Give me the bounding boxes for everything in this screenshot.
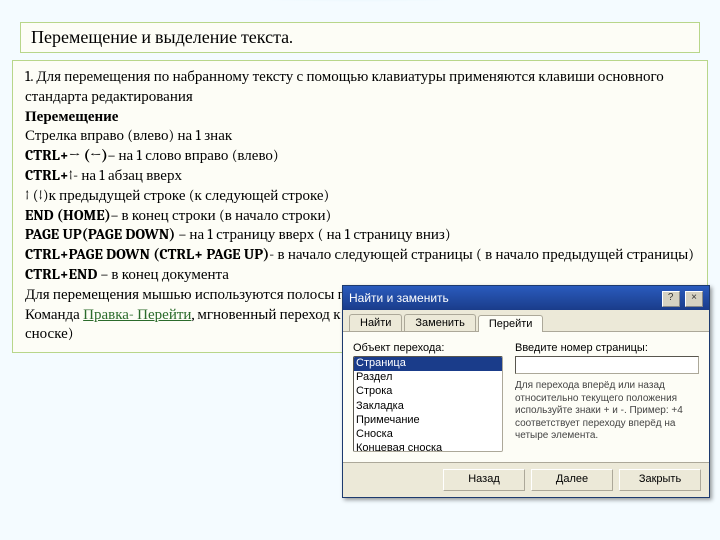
dialog-footer: Назад Далее Закрыть [343, 462, 709, 497]
dialog-title-text: Найти и заменить [349, 291, 449, 305]
tab-goto[interactable]: Перейти [478, 315, 544, 332]
title-text: Перемещение и выделение текста. [31, 27, 293, 48]
list-item: Строка [354, 385, 502, 399]
next-button[interactable]: Далее [531, 469, 613, 491]
window-buttons: ? × [660, 289, 703, 307]
close-button[interactable]: Закрыть [619, 469, 701, 491]
goto-object-label: Объект перехода: [353, 342, 503, 354]
line-ctrl-up: CTRL+↑- на 1 абзац вверх [25, 166, 695, 186]
intro-line: 1. Для перемещения по набранному тексту … [25, 67, 695, 107]
help-icon[interactable]: ? [662, 291, 680, 307]
line-ctrl-arrow: CTRL+→ (←)– на 1 слово вправо (влево) [25, 146, 695, 166]
tab-replace[interactable]: Заменить [404, 314, 475, 331]
tab-find[interactable]: Найти [349, 314, 402, 331]
page-number-input[interactable] [515, 356, 699, 374]
dialog-titlebar[interactable]: Найти и заменить ? × [343, 286, 709, 310]
command-name: Правка- Перейти [83, 305, 191, 323]
heading-move: Перемещение [25, 107, 695, 127]
goto-hint: Для перехода вперёд или назад относитель… [515, 380, 699, 443]
line-arrow: Стрелка вправо (влево) на 1 знак [25, 126, 695, 146]
goto-object-list[interactable]: Страница Раздел Строка Закладка Примечан… [353, 356, 503, 452]
slide-title: Перемещение и выделение текста. [20, 22, 700, 53]
line-end-home: END (HOME)– в конец строки (в начало стр… [25, 206, 695, 226]
back-button[interactable]: Назад [443, 469, 525, 491]
find-replace-dialog: Найти и заменить ? × Найти Заменить Пере… [342, 285, 710, 498]
list-item: Концевая сноска [354, 442, 502, 452]
line-ctrl-end: CTRL+END – в конец документа [25, 265, 695, 285]
dialog-body: Объект перехода: Страница Раздел Строка … [343, 332, 709, 462]
dialog-tabs: Найти Заменить Перейти [343, 310, 709, 332]
list-item: Сноска [354, 428, 502, 442]
list-item: Раздел [354, 371, 502, 385]
close-icon[interactable]: × [685, 291, 703, 307]
list-item: Закладка [354, 400, 502, 414]
line-pageup: PAGE UP(PAGE DOWN) – на 1 страницу вверх… [25, 225, 695, 245]
page-number-label: Введите номер страницы: [515, 342, 699, 354]
list-item: Примечание [354, 414, 502, 428]
list-item: Страница [354, 357, 502, 371]
line-updown: ↑ (↓)к предыдущей строке (к следующей ст… [25, 186, 695, 206]
line-ctrl-pagedown: CTRL+PAGE DOWN (CTRL+ PAGE UP)- в начало… [25, 245, 695, 265]
